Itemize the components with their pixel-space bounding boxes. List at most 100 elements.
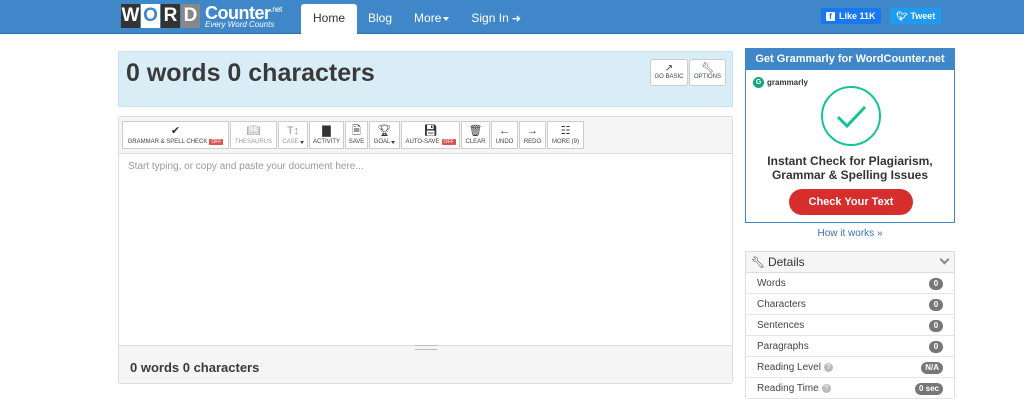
- options-button[interactable]: 🔧︎ OPTIONS: [689, 59, 726, 86]
- undo-label: UNDO: [495, 139, 514, 145]
- bar-chart-icon: ▇: [322, 125, 331, 137]
- check-icon: [836, 105, 867, 129]
- activity-label: ACTIVITY: [313, 139, 341, 145]
- bottom-word-count: 0 words 0 characters: [130, 360, 260, 375]
- redo-label: REDO: [523, 139, 542, 145]
- go-basic-label: GO BASIC: [654, 74, 684, 80]
- count-badge: 0 sec: [914, 383, 943, 395]
- ad-header: Get Grammarly for WordCounter.net: [746, 49, 954, 70]
- help-icon[interactable]: ?: [823, 362, 833, 372]
- case-label: CASE: [282, 139, 299, 145]
- logo-tld: .net: [270, 4, 283, 14]
- case-button[interactable]: T↕ CASE: [278, 121, 308, 149]
- resize-handle[interactable]: [415, 345, 437, 350]
- details-label: Reading Time: [757, 382, 819, 394]
- help-icon[interactable]: ?: [821, 383, 831, 393]
- nav-blog[interactable]: Blog: [357, 4, 403, 34]
- grammarly-brand: G grammarly: [753, 77, 808, 88]
- tweet-label: Tweet: [910, 11, 936, 21]
- book-icon: 📖︎: [246, 125, 261, 137]
- grammar-state-badge: OFF: [209, 139, 224, 145]
- trash-icon: 🗑︎: [468, 125, 483, 137]
- chevron-down-icon[interactable]: [939, 254, 950, 265]
- text-height-icon: T↕: [286, 125, 300, 137]
- chevron-down-icon: [299, 140, 304, 144]
- go-basic-button[interactable]: ↗ GO BASIC: [650, 59, 688, 86]
- count-badge: N/A: [921, 362, 943, 374]
- nav-home[interactable]: Home: [301, 4, 358, 34]
- activity-button[interactable]: ▇ ACTIVITY: [309, 121, 344, 149]
- grammar-label: GRAMMAR & SPELL CHECK: [127, 139, 208, 145]
- details-header[interactable]: 🔧︎ Details: [746, 252, 954, 273]
- details-row-characters: Characters 0: [746, 294, 954, 315]
- nav-more-label: More: [414, 11, 442, 25]
- how-it-works-link[interactable]: How it works »: [745, 228, 955, 239]
- details-row-sentences: Sentences 0: [746, 315, 954, 336]
- thesaurus-label: THESAURUS: [235, 139, 273, 145]
- autosave-label: AUTO-SAVE: [405, 139, 440, 145]
- check-your-text-button[interactable]: Check Your Text: [789, 189, 913, 215]
- details-label: Reading Level: [757, 361, 821, 373]
- details-row-reading-level: Reading Level ? N/A: [746, 357, 954, 378]
- details-label: Words: [757, 277, 786, 289]
- logo-tile: O: [141, 4, 160, 28]
- floppy-disk-icon: 💾︎: [423, 125, 438, 137]
- goal-label: GOAL: [373, 139, 391, 145]
- arrow-right-icon: →: [527, 125, 538, 137]
- count-badge: 0: [929, 299, 943, 311]
- facebook-icon: f: [826, 11, 835, 21]
- nav-sign-in-label: Sign In: [471, 11, 509, 25]
- nav-sign-in[interactable]: Sign In ➜: [460, 4, 532, 34]
- details-label: Characters: [757, 298, 806, 310]
- save-button[interactable]: 🗎︎ SAVE: [345, 121, 368, 149]
- tweet-button[interactable]: 🐦︎ Tweet: [890, 8, 942, 24]
- auto-save-button[interactable]: 💾︎ AUTO-SAVE OFF: [401, 121, 460, 149]
- ad-line-1: Instant Check for Plagiarism,: [767, 154, 933, 168]
- nav-more[interactable]: More: [403, 4, 460, 34]
- grammarly-logo-icon: G: [753, 77, 764, 88]
- logo-tagline: Every Word Counts: [205, 19, 275, 29]
- document-textarea[interactable]: Start typing, or copy and paste your doc…: [119, 153, 732, 350]
- sign-in-icon: ➜: [511, 13, 521, 25]
- trophy-icon: 🏆︎: [377, 125, 392, 137]
- autosave-state-badge: OFF: [441, 139, 456, 145]
- clear-button[interactable]: 🗑︎ CLEAR: [461, 121, 490, 149]
- count-badge: 0: [929, 320, 943, 332]
- count-badge: 0: [929, 341, 943, 353]
- check-icon: ✔: [170, 125, 181, 137]
- main-nav: Home Blog More Sign In ➜: [301, 4, 532, 34]
- grammar-check-button[interactable]: ✔ GRAMMAR & SPELL CHECK OFF: [122, 121, 229, 149]
- details-row-paragraphs: Paragraphs 0: [746, 336, 954, 357]
- options-label: OPTIONS: [693, 74, 721, 80]
- textarea-placeholder: Start typing, or copy and paste your doc…: [128, 161, 364, 172]
- count-badge: 0: [929, 278, 943, 290]
- logo-tile: R: [161, 4, 180, 28]
- save-label: SAVE: [348, 139, 365, 145]
- grammarly-ad[interactable]: Get Grammarly for WordCounter.net G gram…: [745, 48, 955, 223]
- wordcounter-logo[interactable]: W O R D Counter.net Every Word Counts: [121, 2, 282, 30]
- twitter-icon: 🐦︎: [896, 10, 908, 21]
- wrench-icon: 🔧︎: [701, 63, 714, 74]
- details-label: Sentences: [757, 319, 805, 331]
- facebook-like-button[interactable]: f Like 11K: [821, 8, 881, 24]
- details-title: Details: [767, 255, 805, 269]
- goal-button[interactable]: 🏆︎ GOAL: [369, 121, 400, 149]
- logo-tile: W: [121, 4, 140, 28]
- chevron-down-icon: [443, 16, 450, 21]
- arrow-left-icon: ←: [499, 125, 510, 137]
- ad-headline: Instant Check for Plagiarism, Grammar & …: [746, 154, 954, 182]
- undo-button[interactable]: ← UNDO: [491, 121, 518, 149]
- more-button[interactable]: ☷ MORE (9): [547, 121, 584, 149]
- count-header: 0 words 0 characters ↗ GO BASIC 🔧︎ OPTIO…: [118, 51, 733, 107]
- thesaurus-button[interactable]: 📖︎ THESAURUS: [230, 121, 277, 149]
- logo-tile: D: [181, 4, 200, 28]
- wrench-icon: 🔧︎: [751, 256, 765, 269]
- word-count-title: 0 words 0 characters: [126, 59, 375, 87]
- details-row-reading-time: Reading Time ? 0 sec: [746, 378, 954, 399]
- redo-button[interactable]: → REDO: [519, 121, 546, 149]
- file-icon: 🗎︎: [352, 125, 361, 137]
- like-label: Like 11K: [839, 11, 876, 21]
- details-label: Paragraphs: [757, 340, 809, 352]
- details-panel: 🔧︎ Details Words 0 Characters 0 Sentence…: [745, 251, 955, 399]
- clear-label: CLEAR: [465, 139, 486, 145]
